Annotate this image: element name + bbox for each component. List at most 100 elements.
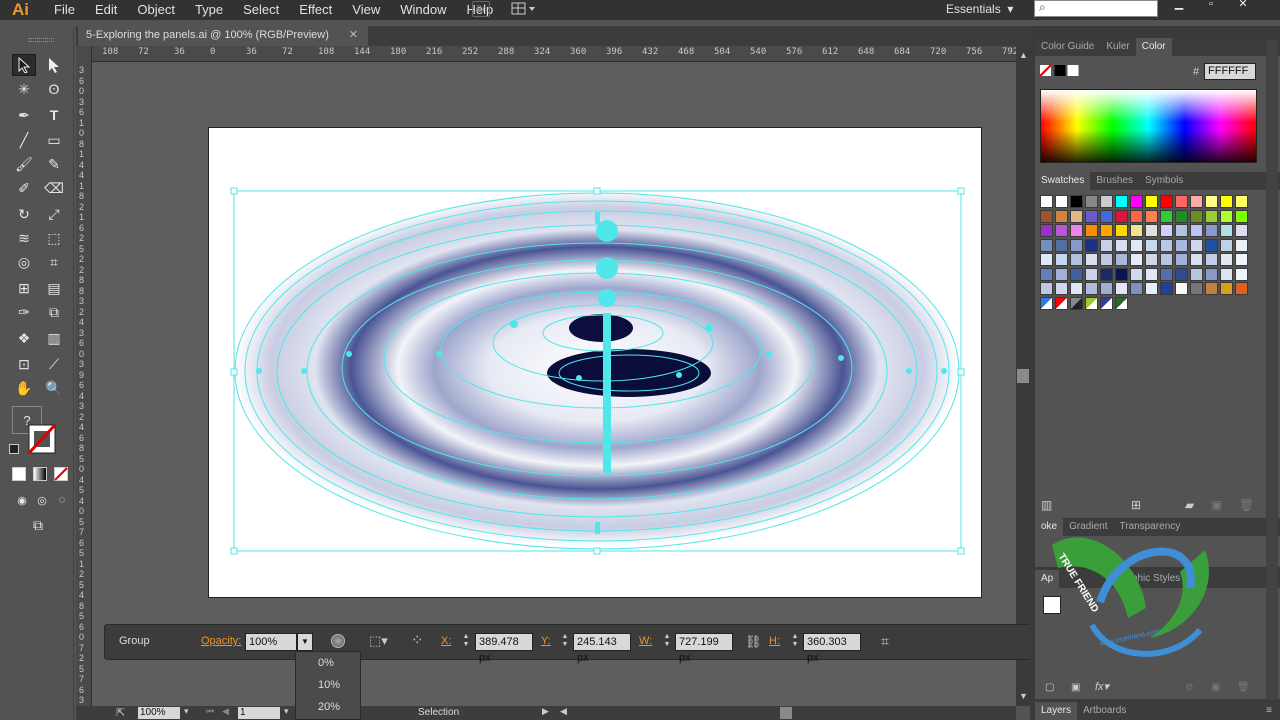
swatch[interactable] — [1175, 282, 1188, 295]
swatch[interactable] — [1160, 238, 1173, 252]
line-tool-icon[interactable]: ╱ — [12, 129, 36, 151]
swatch[interactable] — [1040, 238, 1053, 252]
swatch-group[interactable] — [1040, 296, 1053, 310]
swatch[interactable] — [1130, 195, 1143, 208]
recolor-artwork-icon[interactable] — [331, 634, 345, 648]
swatch[interactable] — [1160, 195, 1173, 208]
swatch-group[interactable] — [1100, 296, 1113, 310]
swatch[interactable] — [1205, 224, 1218, 237]
swatch[interactable] — [1130, 267, 1143, 281]
swatch[interactable] — [1145, 238, 1158, 252]
swatch[interactable] — [1115, 209, 1128, 223]
eyedropper-tool-icon[interactable]: ✑ — [12, 301, 36, 323]
swatch[interactable] — [1175, 238, 1188, 252]
mesh-tool-icon[interactable]: ⊞ — [12, 277, 36, 299]
panel-menu-icon[interactable]: ≡ — [1266, 705, 1272, 716]
minimize-button[interactable]: ▁ — [1168, 0, 1190, 10]
blend-tool-icon[interactable]: ⧉ — [42, 301, 66, 323]
swatch[interactable] — [1130, 238, 1143, 252]
type-tool-icon[interactable]: T — [42, 104, 66, 126]
prev-artboard-icon[interactable]: ◀ — [222, 706, 229, 717]
menu-window[interactable]: Window — [390, 0, 456, 20]
swatch[interactable] — [1145, 253, 1158, 266]
swatch[interactable] — [1235, 195, 1248, 208]
shape-builder-tool-icon[interactable]: ◎ — [12, 251, 36, 273]
draw-inside-icon[interactable]: ◌ — [50, 489, 74, 511]
swatch[interactable] — [1100, 282, 1113, 295]
swatch-group[interactable] — [1115, 296, 1128, 310]
swatch[interactable] — [1205, 282, 1218, 295]
duplicate-item-icon[interactable]: ▣ — [1211, 682, 1220, 693]
swatch[interactable] — [1130, 224, 1143, 237]
tab-kuler[interactable]: Kuler — [1100, 38, 1135, 56]
close-button[interactable]: ✕ — [1232, 0, 1254, 10]
delete-item-icon[interactable]: 🗑 — [1237, 682, 1250, 693]
clear-appearance-icon[interactable]: ⊘ — [1185, 682, 1193, 693]
zoom-tool-icon[interactable]: 🔍 — [42, 377, 66, 399]
horizontal-scroll-thumb[interactable] — [780, 707, 792, 719]
symbol-sprayer-tool-icon[interactable]: ❖ — [12, 327, 36, 349]
h-stepper[interactable]: ▲ ▼ — [789, 633, 801, 651]
artboard[interactable] — [208, 127, 982, 598]
vertical-ruler[interactable]: 3603610814418216252288324360396432468504… — [76, 46, 92, 706]
tab-symbols[interactable]: Symbols — [1139, 172, 1189, 190]
add-fill-icon[interactable]: ▣ — [1071, 682, 1080, 693]
bridge-button[interactable]: Br — [472, 1, 490, 17]
scroll-thumb[interactable] — [1017, 369, 1029, 383]
swatch[interactable] — [1115, 282, 1128, 295]
swatch[interactable] — [1085, 195, 1098, 208]
color-mode-icon[interactable] — [12, 467, 26, 481]
vertical-scrollbar[interactable]: ▲ ▼ — [1016, 46, 1030, 706]
swatch[interactable] — [1100, 238, 1113, 252]
swatch[interactable] — [1220, 209, 1233, 223]
add-effect-icon[interactable]: fx▾ — [1095, 680, 1109, 693]
chevron-down-icon[interactable]: ▾ — [184, 706, 189, 717]
w-stepper[interactable]: ▲ ▼ — [661, 633, 673, 651]
swatch[interactable] — [1070, 209, 1083, 223]
swatch[interactable] — [1145, 267, 1158, 281]
swatch[interactable] — [1040, 267, 1053, 281]
swatch[interactable] — [1160, 224, 1173, 237]
opacity-dropdown-button[interactable]: ▼ — [297, 633, 313, 651]
swatch[interactable] — [1115, 224, 1128, 237]
screen-mode-icon[interactable]: ⧉ — [26, 514, 50, 536]
swatch[interactable] — [1175, 209, 1188, 223]
eraser-tool-icon[interactable]: ⌫ — [42, 177, 66, 199]
swatch[interactable] — [1235, 238, 1248, 252]
horizontal-ruler[interactable]: 108 72 36 0 36 72 108 144 180 216 252 288 324 360 396 4… — [92, 46, 1016, 62]
swatch-group[interactable] — [1085, 296, 1098, 310]
swatch-group[interactable] — [1055, 296, 1068, 310]
stroke-swatch-icon[interactable] — [26, 422, 58, 456]
free-transform-tool-icon[interactable]: ⬚ — [42, 227, 66, 249]
swatch[interactable] — [1130, 282, 1143, 295]
fill-stroke-swatches-icon[interactable] — [1039, 64, 1080, 78]
swatch[interactable] — [1235, 224, 1248, 237]
scale-tool-icon[interactable]: ⤢ — [42, 203, 66, 225]
swatch[interactable] — [1145, 224, 1158, 237]
menu-view[interactable]: View — [342, 0, 390, 20]
scroll-left-icon[interactable]: ◀ — [560, 706, 567, 717]
swatch[interactable] — [1190, 253, 1203, 266]
swatch[interactable] — [1220, 253, 1233, 266]
w-field[interactable]: 727.199 px — [675, 633, 733, 664]
swatch[interactable] — [1220, 238, 1233, 252]
x-field[interactable]: 389.478 px — [475, 633, 533, 664]
swatch[interactable] — [1040, 209, 1053, 223]
add-stroke-icon[interactable]: ▢ — [1045, 682, 1054, 693]
transform-icon[interactable]: ⌗ — [881, 633, 889, 650]
swatch[interactable] — [1190, 238, 1203, 252]
swatch[interactable] — [1205, 195, 1218, 208]
panel-grip[interactable] — [28, 38, 54, 42]
document-tab[interactable]: 5-Exploring the panels.ai @ 100% (RGB/Pr… — [78, 26, 368, 46]
swatch[interactable] — [1100, 195, 1113, 208]
menu-edit[interactable]: Edit — [85, 0, 127, 20]
color-spectrum[interactable] — [1040, 89, 1257, 163]
opacity-field[interactable]: 100% — [245, 633, 297, 651]
magic-wand-tool-icon[interactable]: ✳ — [12, 78, 36, 100]
constrain-proportions-icon[interactable]: ⛓ — [745, 634, 762, 650]
tab-color[interactable]: Color — [1135, 38, 1172, 56]
slice-tool-icon[interactable]: ⟋ — [42, 353, 66, 375]
swatch[interactable] — [1220, 195, 1233, 208]
swatch[interactable] — [1160, 253, 1173, 266]
gradient-tool-icon[interactable]: ▤ — [42, 277, 66, 299]
